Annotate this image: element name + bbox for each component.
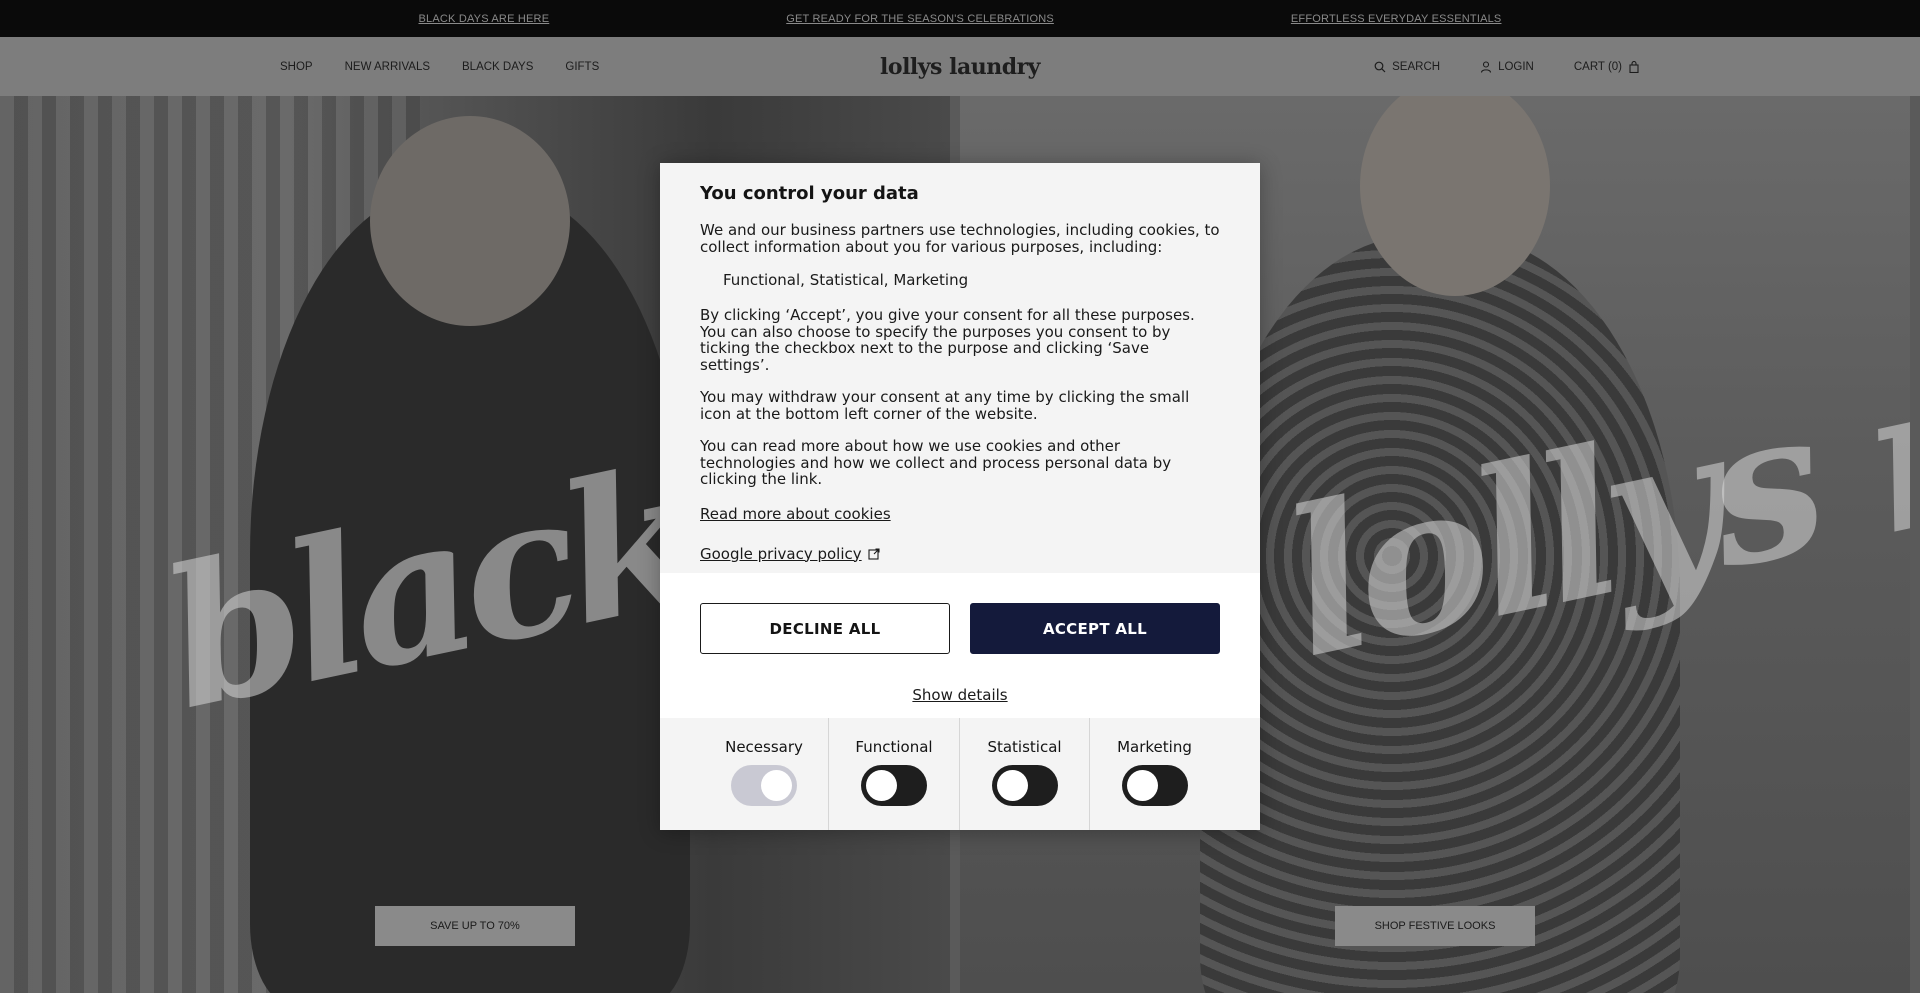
bag-icon	[1629, 60, 1639, 73]
read-more-cookies-link[interactable]: Read more about cookies	[700, 505, 891, 523]
toggle-label-statistical: Statistical	[987, 738, 1062, 756]
hero-model-left-head	[370, 116, 570, 326]
show-details-wrap: Show details	[660, 685, 1260, 704]
toggle-label-functional: Functional	[855, 738, 933, 756]
toggle-label-marketing: Marketing	[1117, 738, 1192, 756]
toggle-group-marketing: Marketing	[1090, 718, 1219, 830]
toggle-knob	[1126, 770, 1158, 801]
consent-purposes-list: Functional, Statistical, Marketing	[723, 271, 969, 289]
consent-buttons: DECLINE ALL ACCEPT ALL	[660, 573, 1260, 654]
toggle-group-necessary: Necessary	[700, 718, 829, 830]
show-details-link[interactable]: Show details	[912, 686, 1007, 704]
announcement-link-black-days[interactable]: BLACK DAYS ARE HERE	[418, 13, 549, 25]
toggle-knob	[866, 770, 897, 801]
necessary-toggle	[731, 765, 797, 806]
marketing-toggle[interactable]	[1121, 765, 1188, 806]
shop-festive-looks-button[interactable]: SHOP FESTIVE LOOKS	[1335, 906, 1535, 946]
google-privacy-label: Google privacy policy	[700, 544, 862, 563]
search-label: SEARCH	[1392, 60, 1441, 73]
consent-explanation: By clicking ‘Accept’, you give your cons…	[700, 306, 1195, 374]
cookie-consent-dialog: You control your data We and our busines…	[660, 163, 1260, 830]
nav-item-gifts[interactable]: GIFTS	[565, 61, 599, 73]
functional-toggle[interactable]	[861, 765, 927, 806]
search-icon	[1374, 61, 1386, 72]
read-more-cookies-label: Read more about cookies	[700, 504, 891, 523]
announcement-bar: BLACK DAYS ARE HERE GET READY FOR THE SE…	[0, 0, 1920, 37]
utility-nav: SEARCH LOGIN CART (0)	[1374, 37, 1640, 96]
toggle-group-statistical: Statistical	[960, 718, 1090, 830]
consent-withdraw-text: You may withdraw your consent at any tim…	[700, 388, 1190, 423]
toggle-knob	[996, 770, 1028, 801]
save-up-to-70-button[interactable]: SAVE UP TO 70%	[375, 906, 575, 946]
google-privacy-policy-link[interactable]: Google privacy policy	[700, 545, 880, 563]
toggle-label-necessary: Necessary	[725, 738, 803, 756]
consent-intro: We and our business partners use technol…	[700, 221, 1220, 256]
announcement-link-essentials[interactable]: EFFORTLESS EVERYDAY ESSENTIALS	[1291, 13, 1502, 25]
consent-toggles: Necessary Functional Statistical Marketi…	[660, 718, 1260, 830]
search-button[interactable]: SEARCH	[1374, 61, 1440, 73]
login-label: LOGIN	[1498, 60, 1534, 73]
user-icon	[1481, 60, 1492, 73]
nav-item-black-days[interactable]: BLACK DAYS	[462, 61, 533, 73]
cart-label: CART (0)	[1573, 60, 1622, 73]
site-logo[interactable]: lollys laundry	[880, 54, 1040, 80]
consent-readmore-text: You can read more about how we use cooki…	[700, 437, 1172, 488]
toggle-knob	[761, 770, 792, 801]
main-nav: SHOP NEW ARRIVALS BLACK DAYS GIFTS	[280, 37, 599, 96]
toggle-group-functional: Functional	[829, 718, 960, 830]
announcement-link-celebrations[interactable]: GET READY FOR THE SEASON'S CELEBRATIONS	[786, 13, 1054, 25]
login-button[interactable]: LOGIN	[1480, 61, 1534, 73]
site-header: SHOP NEW ARRIVALS BLACK DAYS GIFTS lolly…	[0, 37, 1920, 96]
nav-item-shop[interactable]: SHOP	[280, 61, 313, 73]
nav-item-new-arrivals[interactable]: NEW ARRIVALS	[345, 61, 430, 73]
consent-title: You control your data	[700, 183, 919, 204]
consent-info-section: You control your data We and our busines…	[660, 163, 1260, 573]
external-link-icon	[868, 547, 880, 560]
decline-all-button[interactable]: DECLINE ALL	[700, 603, 950, 654]
statistical-toggle[interactable]	[991, 765, 1058, 806]
accept-all-button[interactable]: ACCEPT ALL	[970, 603, 1220, 654]
cart-button[interactable]: CART (0)	[1573, 60, 1640, 73]
